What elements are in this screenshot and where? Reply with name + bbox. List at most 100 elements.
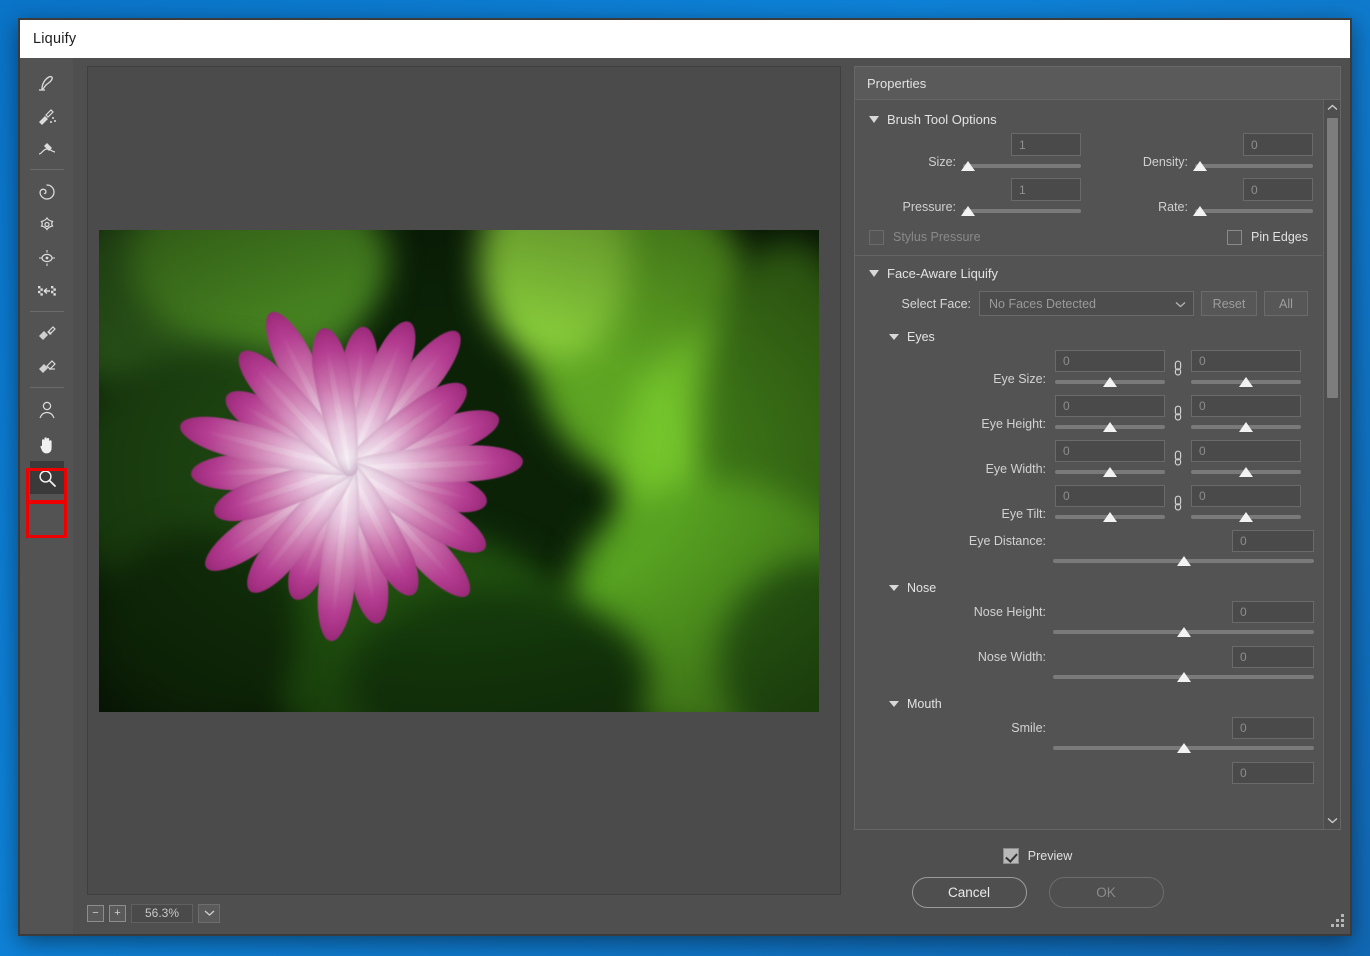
slider-thumb[interactable] xyxy=(1176,627,1191,637)
nose-title: Nose xyxy=(907,581,937,595)
eye-size-right-input[interactable]: 0 xyxy=(1191,350,1301,372)
eye-width-left-slider[interactable] xyxy=(1055,466,1165,480)
bloat-tool[interactable] xyxy=(30,241,64,274)
scrollbar-thumb[interactable] xyxy=(1327,118,1338,398)
slider-thumb[interactable] xyxy=(1176,743,1191,753)
eye-width-left-input[interactable]: 0 xyxy=(1055,440,1165,462)
freeze-mask-tool[interactable] xyxy=(30,317,64,350)
liquify-preview-image[interactable] xyxy=(99,230,819,712)
eye-distance-input[interactable]: 0 xyxy=(1232,530,1314,552)
eye-size-right-slider[interactable] xyxy=(1191,376,1301,390)
eye-size-left-input[interactable]: 0 xyxy=(1055,350,1165,372)
slider-thumb[interactable] xyxy=(1176,556,1191,566)
zoom-out-button[interactable]: − xyxy=(87,904,104,922)
mouth-section-header[interactable]: Mouth xyxy=(855,691,1322,717)
zoom-dropdown-button[interactable] xyxy=(198,903,220,923)
rate-slider[interactable] xyxy=(1192,205,1313,219)
slider-thumb[interactable] xyxy=(1239,422,1253,432)
eyes-section-header[interactable]: Eyes xyxy=(855,324,1322,350)
pucker-tool[interactable] xyxy=(30,208,64,241)
eye-width-right-input[interactable]: 0 xyxy=(1191,440,1301,462)
twirl-clockwise-tool[interactable] xyxy=(30,175,64,208)
eye-tilt-right-input[interactable]: 0 xyxy=(1191,485,1301,507)
ok-button[interactable]: OK xyxy=(1048,877,1164,908)
tool-divider xyxy=(29,169,64,170)
resize-grip[interactable] xyxy=(1330,914,1344,928)
slider-thumb[interactable] xyxy=(1239,512,1253,522)
eye-tilt-link-icon[interactable] xyxy=(1165,485,1191,513)
pressure-input[interactable]: 1 xyxy=(1011,178,1081,201)
eye-height-right-input[interactable]: 0 xyxy=(1191,395,1301,417)
slider-thumb[interactable] xyxy=(1239,467,1253,477)
preview-checkbox-box[interactable] xyxy=(1002,848,1019,864)
face-tool[interactable] xyxy=(30,393,64,426)
slider-thumb[interactable] xyxy=(960,161,975,171)
eye-height-link-icon[interactable] xyxy=(1165,395,1191,423)
density-input[interactable]: 0 xyxy=(1243,133,1313,156)
slider-thumb[interactable] xyxy=(1103,512,1117,522)
brush-field-density: Density: 0 xyxy=(1087,133,1319,174)
preview-checkbox[interactable]: Preview xyxy=(1002,848,1072,864)
eye-width-row: Eye Width: 0 0 xyxy=(855,440,1322,485)
slider-thumb[interactable] xyxy=(1176,672,1191,682)
reconstruct-tool[interactable] xyxy=(30,99,64,132)
zoom-tool[interactable] xyxy=(29,461,64,494)
eye-width-link-icon[interactable] xyxy=(1165,440,1191,468)
rate-input[interactable]: 0 xyxy=(1243,178,1313,201)
all-faces-button[interactable]: All xyxy=(1264,291,1308,316)
pin-edges-checkbox[interactable]: Pin Edges xyxy=(1227,229,1308,245)
eye-tilt-left-input[interactable]: 0 xyxy=(1055,485,1165,507)
density-slider[interactable] xyxy=(1192,160,1313,174)
zoom-level-value[interactable]: 56.3% xyxy=(131,903,193,923)
slider-thumb[interactable] xyxy=(1103,467,1117,477)
eye-height-left-input[interactable]: 0 xyxy=(1055,395,1165,417)
smile-input[interactable]: 0 xyxy=(1232,717,1314,739)
face-aware-liquify-section-header[interactable]: Face-Aware Liquify xyxy=(855,260,1322,287)
smile-slider[interactable] xyxy=(1053,742,1314,756)
slider-thumb[interactable] xyxy=(960,206,975,216)
reset-face-button[interactable]: Reset xyxy=(1201,291,1257,316)
mouth-clipped-input[interactable]: 0 xyxy=(1232,762,1314,784)
slider-thumb[interactable] xyxy=(1192,206,1207,216)
nose-width-row: Nose Width: 0 xyxy=(855,646,1322,691)
eye-size-link-icon[interactable] xyxy=(1165,350,1191,378)
stylus-pressure-box[interactable] xyxy=(869,229,884,245)
tool-divider xyxy=(29,387,64,388)
size-input[interactable]: 1 xyxy=(1011,133,1081,156)
push-left-tool[interactable] xyxy=(30,274,64,307)
brush-tool-options-section-header[interactable]: Brush Tool Options xyxy=(855,106,1322,133)
zoom-in-button[interactable]: + xyxy=(109,904,126,922)
eye-size-left-slider[interactable] xyxy=(1055,376,1165,390)
nose-height-input[interactable]: 0 xyxy=(1232,601,1314,623)
hand-tool[interactable] xyxy=(30,428,64,461)
image-canvas[interactable] xyxy=(87,66,841,895)
stylus-pressure-checkbox[interactable]: Stylus Pressure xyxy=(869,229,981,245)
slider-thumb[interactable] xyxy=(1103,377,1117,387)
pin-edges-box[interactable] xyxy=(1227,229,1243,245)
slider-thumb[interactable] xyxy=(1103,422,1117,432)
smooth-tool[interactable] xyxy=(30,132,64,165)
eye-distance-slider[interactable] xyxy=(1053,555,1314,569)
select-face-dropdown[interactable]: No Faces Detected xyxy=(979,291,1194,316)
section-divider xyxy=(855,255,1322,256)
pressure-slider[interactable] xyxy=(960,205,1081,219)
eye-height-right-slider[interactable] xyxy=(1191,421,1301,435)
nose-section-header[interactable]: Nose xyxy=(855,575,1322,601)
forward-warp-tool[interactable] xyxy=(30,66,64,99)
scroll-down-arrow-icon[interactable] xyxy=(1327,813,1338,828)
slider-thumb[interactable] xyxy=(1192,161,1207,171)
eye-tilt-right-slider[interactable] xyxy=(1191,511,1301,525)
thaw-mask-tool[interactable] xyxy=(30,350,64,383)
size-slider[interactable] xyxy=(960,160,1081,174)
properties-scrollbar[interactable] xyxy=(1323,100,1340,829)
nose-width-slider[interactable] xyxy=(1053,671,1314,685)
eye-width-right-slider[interactable] xyxy=(1191,466,1301,480)
nose-height-slider[interactable] xyxy=(1053,626,1314,640)
slider-thumb[interactable] xyxy=(1239,377,1253,387)
eye-height-left-slider[interactable] xyxy=(1055,421,1165,435)
scroll-up-arrow-icon[interactable] xyxy=(1327,100,1338,115)
brush-tool-options-title: Brush Tool Options xyxy=(887,112,997,127)
eye-tilt-left-slider[interactable] xyxy=(1055,511,1165,525)
nose-width-input[interactable]: 0 xyxy=(1232,646,1314,668)
cancel-button[interactable]: Cancel xyxy=(911,877,1027,908)
